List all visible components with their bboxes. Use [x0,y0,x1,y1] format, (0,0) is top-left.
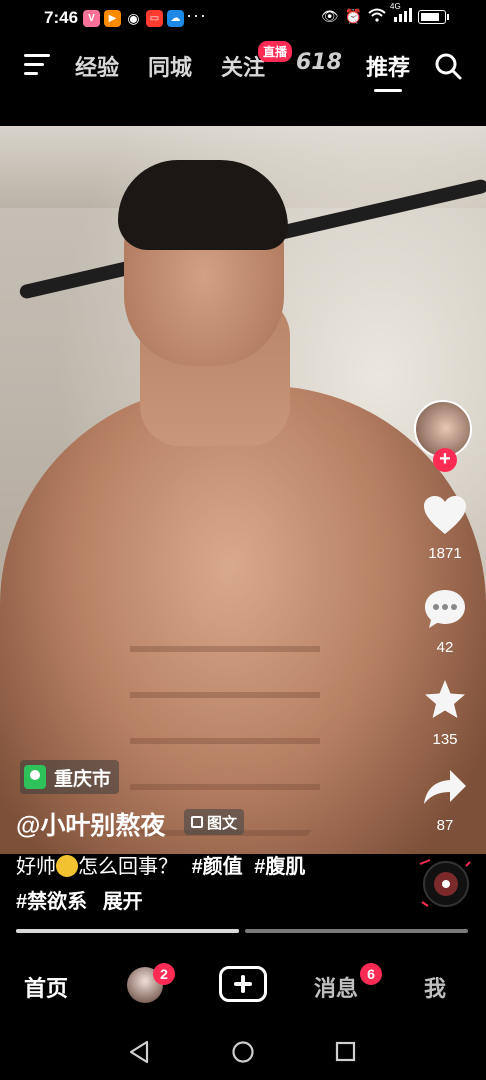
caption-prefix: 好帅 [16,856,56,878]
wifi-icon [368,8,386,25]
menu-icon[interactable] [24,54,50,76]
author-name[interactable]: @小叶别熬夜 [16,806,165,842]
bilibili-app-icon: V [83,10,100,27]
more-notifications-icon: ··· [186,5,207,25]
tab-nearby[interactable]: 同城 [148,50,192,82]
alarm-icon: ⏰ [344,8,362,24]
status-bar: 7:46 V ▶ ◉ ▭ ☁ ··· 👁 ⏰ 4G [0,0,486,36]
location-tag[interactable]: 重庆市 [20,760,120,794]
system-icons: 👁 ⏰ 4G [320,2,449,25]
image-progress [16,929,468,933]
tab-me[interactable]: 我 [424,971,446,1003]
caption-suffix: 怎么回事？ [78,856,178,878]
progress-segment [16,929,239,933]
share-count: 87 [436,817,454,834]
notification-icons: V ▶ ◉ ▭ ☁ [83,10,184,27]
network-type-label: 4G [390,2,401,11]
tab-home[interactable]: 首页 [24,971,68,1003]
location-pin-icon [24,765,46,789]
like-count: 1871 [428,545,462,562]
comment-icon[interactable] [423,588,467,630]
share-arrow-icon[interactable] [422,768,468,808]
create-post-button[interactable] [219,966,267,1002]
emoji-icon [56,855,78,877]
system-nav-bar [0,1024,486,1080]
caption-line-1[interactable]: 好帅 怎么回事？ #颜值 #腹肌 [16,850,305,879]
recents-square-icon[interactable] [335,1041,357,1063]
expand-button[interactable]: 展开 [103,891,143,913]
mail-app-icon: ▭ [146,10,163,27]
clock: 7:46 [44,8,79,27]
tab-recommend-label: 推荐 [366,55,411,80]
comment-count: 42 [436,639,454,656]
caption-line-2[interactable]: #禁欲系 展开 [16,885,143,914]
back-icon[interactable] [128,1040,150,1064]
tab-recommend[interactable]: 推荐 [366,50,411,92]
location-text: 重庆市 [54,768,112,790]
music-disc-icon[interactable] [416,852,472,914]
star-icon[interactable] [423,678,467,722]
bottom-nav: 首页 2 消息 6 我 [0,955,486,1019]
post-type-tag: 图文 [184,809,245,835]
messages-badge: 6 [360,963,382,985]
qq-app-icon: ◉ [127,10,140,26]
battery-icon [418,9,449,24]
friends-badge: 2 [153,963,175,985]
image-text-icon [191,816,203,828]
comment-action[interactable]: 42 [408,588,482,656]
hashtag-looks[interactable]: #颜值 [192,856,243,878]
live-badge: 直播 [258,41,293,62]
like-action[interactable]: 1871 [408,494,482,562]
weather-app-icon: ☁ [167,10,184,27]
tab-experience[interactable]: 经验 [75,50,119,82]
video-app-icon: ▶ [104,10,121,27]
signal-icon: 4G [390,2,412,25]
progress-segment [245,929,468,933]
home-circle-icon[interactable] [231,1040,255,1064]
follow-button[interactable]: + [433,448,457,472]
search-icon[interactable] [434,52,462,80]
favorite-count: 135 [432,731,458,748]
post-type-label: 图文 [207,814,238,832]
author-avatar[interactable]: + [414,400,476,472]
tab-messages[interactable]: 消息 [314,971,358,1003]
eye-comfort-icon: 👁 [320,8,339,24]
favorite-action[interactable]: 135 [408,678,482,748]
top-nav: 经验 同城 关注 直播 618 推荐 [0,36,486,98]
tab-618[interactable]: 618 [296,50,342,75]
share-action[interactable]: 87 [408,768,482,834]
hashtag-abstinent[interactable]: #禁欲系 [16,891,87,913]
active-tab-indicator [374,89,403,92]
hashtag-abs[interactable]: #腹肌 [254,856,305,878]
heart-icon[interactable] [422,494,468,536]
